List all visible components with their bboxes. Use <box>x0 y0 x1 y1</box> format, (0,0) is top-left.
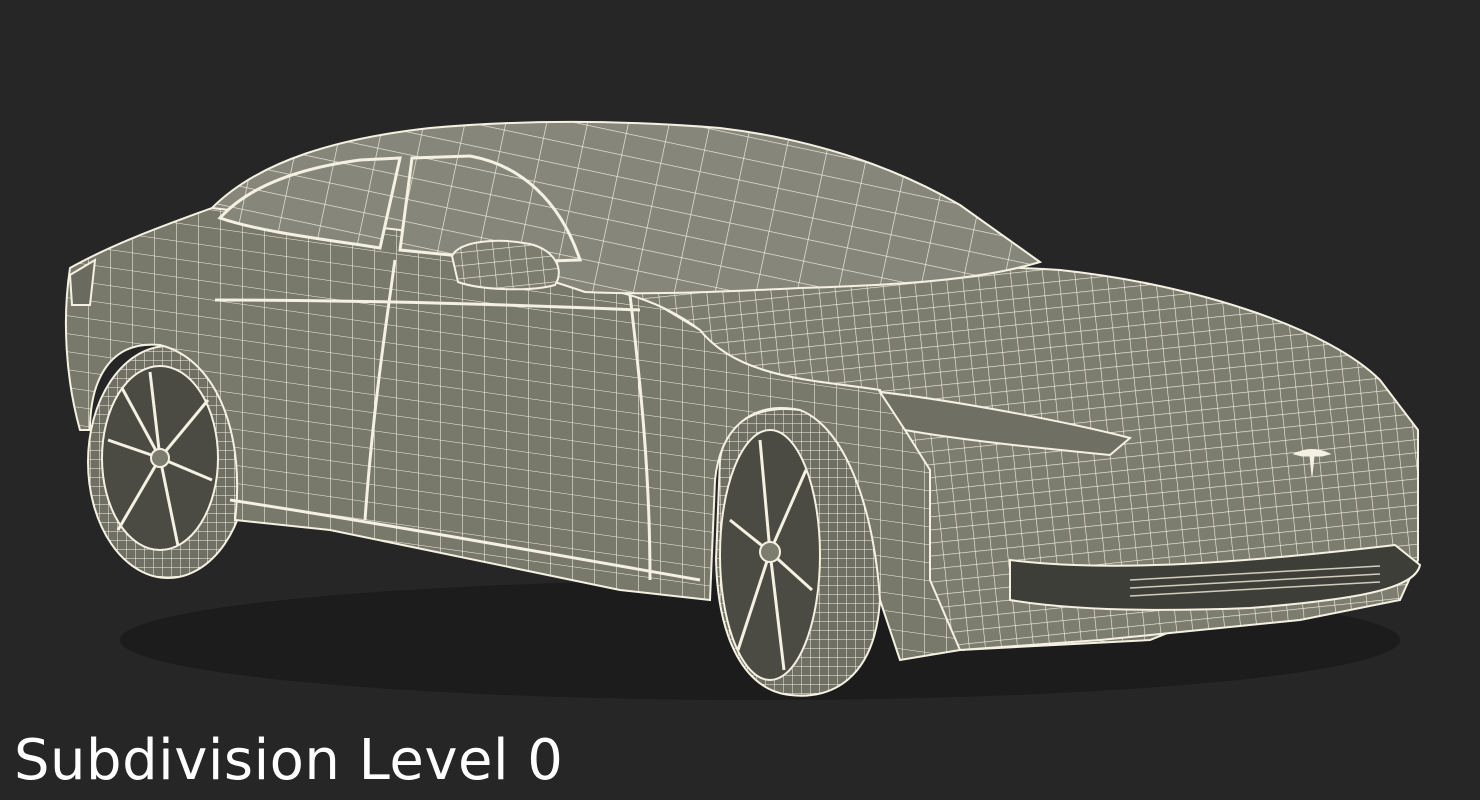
car-wireframe-icon <box>64 121 1422 700</box>
subdivision-caption: Subdivision Level 0 <box>14 728 564 793</box>
side-mirror <box>450 239 560 291</box>
render-viewport: Subdivision Level 0 <box>0 0 1480 800</box>
